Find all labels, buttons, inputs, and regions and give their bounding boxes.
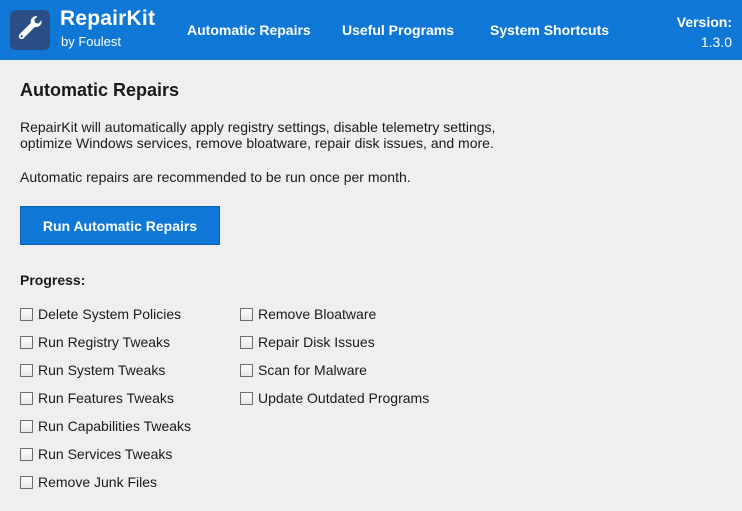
description-text: RepairKit will automatically apply regis… xyxy=(20,119,496,151)
progress-item-label: Run System Tweaks xyxy=(38,362,166,378)
progress-item: Remove Junk Files xyxy=(20,468,191,496)
checkbox[interactable] xyxy=(240,307,253,321)
progress-item-label: Delete System Policies xyxy=(38,306,182,322)
checkbox[interactable] xyxy=(240,335,253,349)
checkbox[interactable] xyxy=(20,475,33,489)
progress-label: Progress: xyxy=(20,272,86,288)
nav-system-shortcuts[interactable]: System Shortcuts xyxy=(490,22,609,38)
version-label: Version: xyxy=(676,14,732,30)
progress-item: Delete System Policies xyxy=(20,300,191,328)
checkbox[interactable] xyxy=(240,391,253,405)
checkbox[interactable] xyxy=(20,391,33,405)
progress-item-label: Repair Disk Issues xyxy=(258,334,375,350)
progress-item-label: Update Outdated Programs xyxy=(258,390,430,406)
progress-item: Repair Disk Issues xyxy=(240,328,429,356)
progress-item-label: Run Services Tweaks xyxy=(38,446,173,462)
progress-item: Run System Tweaks xyxy=(20,356,191,384)
checkbox[interactable] xyxy=(20,363,33,377)
progress-item: Update Outdated Programs xyxy=(240,384,429,412)
progress-list-right: Remove Bloatware Repair Disk Issues Scan… xyxy=(240,300,429,412)
checkbox[interactable] xyxy=(240,363,253,377)
progress-item-label: Scan for Malware xyxy=(258,362,367,378)
recommendation-text: Automatic repairs are recommended to be … xyxy=(20,169,411,185)
app-author: by Foulest xyxy=(61,34,121,49)
progress-list-left: Delete System Policies Run Registry Twea… xyxy=(20,300,191,496)
progress-item-label: Run Features Tweaks xyxy=(38,390,174,406)
checkbox[interactable] xyxy=(20,419,33,433)
progress-item-label: Remove Junk Files xyxy=(38,474,158,490)
version-info: Version: 1.3.0 xyxy=(677,12,732,52)
progress-item: Run Capabilities Tweaks xyxy=(20,412,191,440)
progress-item-label: Remove Bloatware xyxy=(258,306,377,322)
version-value: 1.3.0 xyxy=(700,34,732,50)
progress-item: Scan for Malware xyxy=(240,356,429,384)
checkbox[interactable] xyxy=(20,447,33,461)
progress-item: Run Registry Tweaks xyxy=(20,328,191,356)
app-logo xyxy=(10,10,50,50)
checkbox[interactable] xyxy=(20,335,33,349)
progress-item-label: Run Capabilities Tweaks xyxy=(38,418,192,434)
checkbox[interactable] xyxy=(20,307,33,321)
run-automatic-repairs-button[interactable]: Run Automatic Repairs xyxy=(20,206,220,245)
header-bar: RepairKit by Foulest Automatic Repairs U… xyxy=(0,0,742,60)
wrench-icon xyxy=(15,13,45,48)
progress-item: Run Services Tweaks xyxy=(20,440,191,468)
progress-item-label: Run Registry Tweaks xyxy=(38,334,171,350)
nav-automatic-repairs[interactable]: Automatic Repairs xyxy=(187,22,311,38)
nav-useful-programs[interactable]: Useful Programs xyxy=(342,22,454,38)
progress-item: Remove Bloatware xyxy=(240,300,429,328)
progress-item: Run Features Tweaks xyxy=(20,384,191,412)
page-title: Automatic Repairs xyxy=(20,80,180,100)
app-title: RepairKit xyxy=(60,7,156,30)
